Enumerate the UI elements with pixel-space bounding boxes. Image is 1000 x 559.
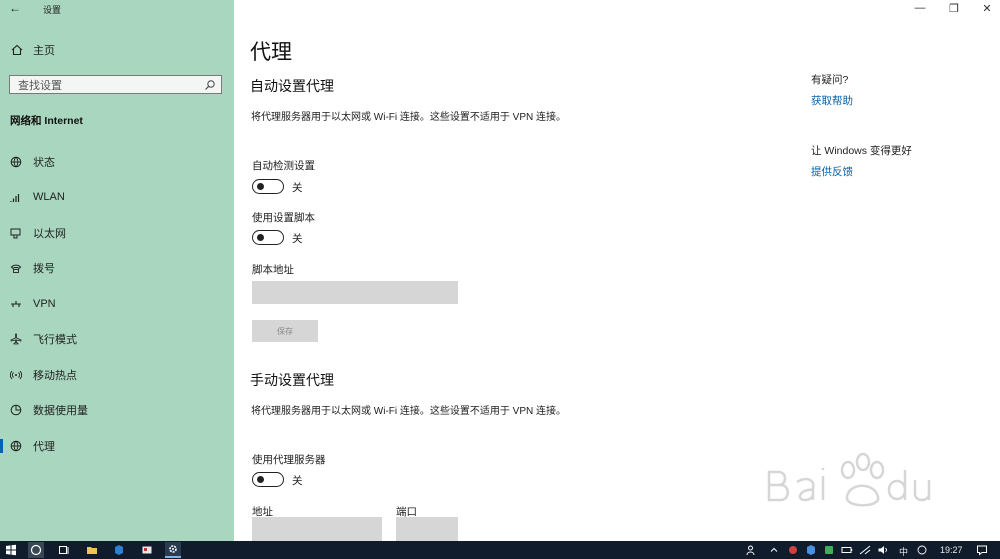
tray-app-green-icon[interactable] <box>821 542 837 558</box>
home-nav-item[interactable]: 主页 <box>10 42 55 58</box>
sidebar-item-proxy[interactable]: 代理 <box>0 434 234 458</box>
use-proxy-toggle[interactable] <box>252 472 284 487</box>
settings-taskbar-icon[interactable] <box>165 542 181 558</box>
back-button[interactable]: ← <box>9 1 21 15</box>
sidebar-item-hotspot[interactable]: 移动热点 <box>0 363 234 387</box>
volume-icon[interactable] <box>875 542 891 558</box>
battery-icon[interactable] <box>839 542 855 558</box>
sidebar-item-label: 代理 <box>33 441 55 453</box>
home-label: 主页 <box>33 45 55 57</box>
data-usage-icon <box>9 403 23 417</box>
people-icon[interactable] <box>744 542 760 558</box>
close-button[interactable]: ✕ <box>977 2 997 15</box>
sidebar-item-vpn[interactable]: VPN <box>0 292 234 316</box>
script-address-input[interactable] <box>252 281 458 304</box>
action-center-icon[interactable] <box>974 542 990 558</box>
sidebar-item-ethernet[interactable]: 以太网 <box>0 221 234 245</box>
status-globe-icon <box>9 155 23 169</box>
store-app-icon[interactable] <box>111 542 127 558</box>
feedback-link[interactable]: 提供反馈 <box>811 164 853 179</box>
maximize-button[interactable]: ❐ <box>944 2 964 15</box>
auto-detect-toggle[interactable] <box>252 179 284 194</box>
script-address-label: 脚本地址 <box>252 264 294 276</box>
tray-arrow-icon[interactable] <box>766 542 782 558</box>
sidebar-item-label: 飞行模式 <box>33 334 77 346</box>
sidebar: ← 设置 主页 网络和 Internet 状态 WLAN 以太网 <box>0 0 234 541</box>
sidebar-item-wlan[interactable]: WLAN <box>0 185 234 209</box>
ime-mode-icon[interactable] <box>914 542 930 558</box>
page-title: 代理 <box>250 41 292 64</box>
home-icon <box>10 44 24 56</box>
hotspot-icon <box>9 368 23 382</box>
search-box[interactable] <box>9 75 222 96</box>
taskbar: 中 19:27 <box>0 541 1000 559</box>
file-explorer-icon[interactable] <box>84 542 100 558</box>
search-input[interactable] <box>10 77 198 95</box>
tray-app-red-icon[interactable] <box>785 542 801 558</box>
auto-detect-label: 自动检测设置 <box>252 160 315 172</box>
minimize-button[interactable]: — <box>910 2 930 14</box>
setup-script-label: 使用设置脚本 <box>252 212 315 224</box>
save-button[interactable]: 保存 <box>252 320 318 342</box>
sidebar-item-label: VPN <box>33 298 56 310</box>
use-proxy-label: 使用代理服务器 <box>252 454 326 466</box>
task-view-icon[interactable] <box>56 542 72 558</box>
search-icon[interactable] <box>204 78 216 96</box>
sidebar-item-label: 状态 <box>33 157 55 169</box>
title-bar: ← 设置 <box>0 0 234 18</box>
auto-proxy-heading: 自动设置代理 <box>250 78 334 94</box>
ethernet-icon <box>9 226 23 240</box>
ime-indicator[interactable]: 中 <box>899 545 908 558</box>
help-question: 有疑问? <box>811 74 849 86</box>
vpn-icon <box>9 297 23 311</box>
toggle-knob <box>257 182 264 190</box>
airplane-icon <box>9 332 23 346</box>
sidebar-item-dialup[interactable]: 拨号 <box>0 256 234 280</box>
setup-script-state: 关 <box>292 233 303 245</box>
sidebar-item-label: 移动热点 <box>33 370 77 382</box>
dialup-icon <box>9 261 23 275</box>
taskbar-clock[interactable]: 19:27 <box>940 545 963 555</box>
sidebar-item-status[interactable]: 状态 <box>0 150 234 174</box>
sidebar-item-label: 数据使用量 <box>33 405 88 417</box>
auto-proxy-description: 将代理服务器用于以太网或 Wi-Fi 连接。这些设置不适用于 VPN 连接。 <box>251 112 566 123</box>
tray-app-blue-icon[interactable] <box>803 542 819 558</box>
baidu-jingyan-watermark <box>767 452 931 507</box>
sidebar-item-data-usage[interactable]: 数据使用量 <box>0 398 234 422</box>
improve-windows-heading: 让 Windows 变得更好 <box>811 145 912 157</box>
proxy-address-input[interactable] <box>252 517 382 541</box>
mail-app-icon[interactable] <box>139 542 155 558</box>
start-button-icon[interactable] <box>3 542 19 558</box>
app-title: 设置 <box>43 5 62 15</box>
network-icon[interactable] <box>857 542 873 558</box>
use-proxy-state: 关 <box>292 475 303 487</box>
sidebar-item-label: 以太网 <box>33 228 66 240</box>
toggle-knob <box>257 475 264 483</box>
sidebar-item-label: 拨号 <box>33 263 55 275</box>
proxy-port-input[interactable] <box>396 517 458 541</box>
proxy-globe-icon <box>9 439 23 453</box>
search-circle-icon[interactable] <box>28 542 44 558</box>
wifi-icon <box>9 190 23 204</box>
setup-script-toggle[interactable] <box>252 230 284 245</box>
get-help-link[interactable]: 获取帮助 <box>811 93 853 108</box>
section-title: 网络和 Internet <box>10 115 83 127</box>
sidebar-item-airplane[interactable]: 飞行模式 <box>0 327 234 351</box>
auto-detect-state: 关 <box>292 182 303 194</box>
sidebar-item-label: WLAN <box>33 191 65 203</box>
manual-proxy-description: 将代理服务器用于以太网或 Wi-Fi 连接。这些设置不适用于 VPN 连接。 <box>251 406 566 417</box>
toggle-knob <box>257 233 264 241</box>
manual-proxy-heading: 手动设置代理 <box>250 372 334 388</box>
